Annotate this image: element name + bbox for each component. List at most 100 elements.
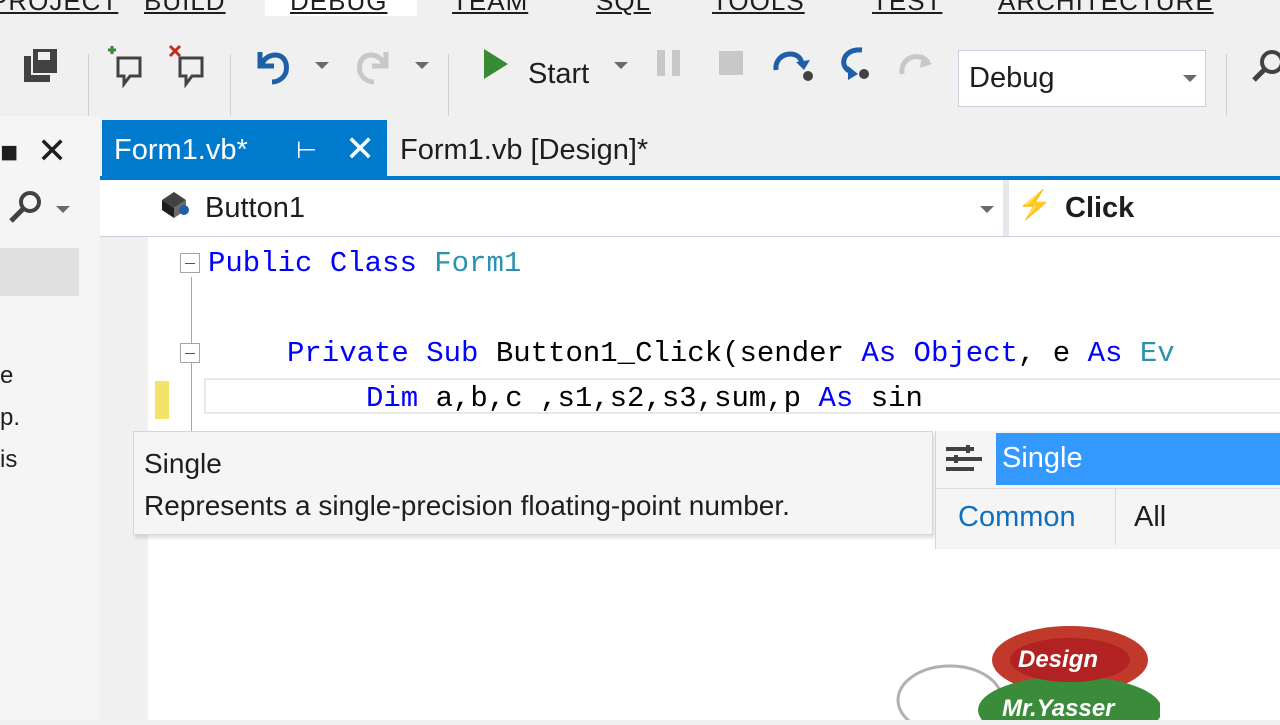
pin-tab-icon[interactable]: ⊢ <box>296 136 317 165</box>
menu-project[interactable]: PROJECT <box>0 0 118 16</box>
step-out-button[interactable] <box>894 44 936 84</box>
divider <box>1115 489 1116 545</box>
toolbar: Start Debug <box>0 16 1280 116</box>
quick-info-tooltip: Single Represents a single-precision flo… <box>133 431 933 535</box>
find-button[interactable] <box>1250 46 1280 86</box>
structure-icon <box>946 445 982 471</box>
class-icon <box>162 192 189 218</box>
keyword: As <box>818 382 854 415</box>
menu-test[interactable]: TEST <box>872 0 942 16</box>
collapse-icon[interactable] <box>180 343 200 363</box>
tab-form1-vb[interactable]: Form1.vb* ⊢ ✕ <box>102 120 387 176</box>
type-name: Object <box>913 337 1018 370</box>
panel-text-line: is <box>0 446 18 473</box>
pin-icon[interactable]: ■ <box>0 136 18 170</box>
play-icon <box>484 49 508 79</box>
panel-text-line: e <box>0 362 14 389</box>
menu-sql[interactable]: SQL <box>596 0 651 16</box>
keyword: Dim <box>366 382 419 415</box>
step-into-icon <box>841 47 869 80</box>
save-all-button[interactable] <box>20 44 64 88</box>
class-dropdown[interactable]: Button1 <box>205 192 305 225</box>
completion-item-label: Single <box>1002 442 1083 474</box>
start-label[interactable]: Start <box>528 58 589 91</box>
panel-close-button[interactable]: ✕ <box>37 130 67 172</box>
chevron-down-icon[interactable] <box>980 206 994 213</box>
undo-dropdown-arrow[interactable] <box>315 62 329 69</box>
keyword: Class <box>329 247 417 280</box>
completion-item-single[interactable]: Single <box>996 433 1280 485</box>
tooltip-description: Represents a single-precision floating-p… <box>144 490 790 521</box>
chevron-down-icon <box>1183 75 1197 82</box>
keyword: As <box>861 337 897 370</box>
member-dropdown[interactable]: Click <box>1065 192 1134 225</box>
pause-button[interactable] <box>652 46 686 80</box>
add-item-icon <box>108 46 142 88</box>
keyword: As <box>1087 337 1123 370</box>
menu-tools[interactable]: TOOLS <box>712 0 805 16</box>
add-item-button[interactable] <box>104 44 150 88</box>
type-name: Ev <box>1139 337 1175 370</box>
close-tab-icon[interactable]: ✕ <box>345 128 375 170</box>
logo-text: Mr.Yasser <box>1002 695 1115 722</box>
panel-text-line: p. <box>0 404 21 431</box>
typed-text: sin <box>870 382 923 415</box>
stop-button[interactable] <box>714 46 748 80</box>
menu-build[interactable]: BUILD <box>144 0 226 16</box>
toolbar-separator <box>230 54 231 116</box>
search-dropdown-arrow[interactable] <box>56 206 70 213</box>
save-all-icon <box>24 47 59 82</box>
undo-button[interactable] <box>250 42 296 88</box>
undo-icon <box>257 52 289 85</box>
step-into-button[interactable] <box>834 42 876 86</box>
find-icon <box>1252 50 1280 82</box>
search-icon[interactable] <box>6 188 46 228</box>
step-out-icon <box>899 54 932 75</box>
keyword: Private <box>287 337 409 370</box>
menu-team[interactable]: TEAM <box>452 0 528 16</box>
intellisense-list: Single Common All <box>935 431 1280 549</box>
configuration-value: Debug <box>969 62 1055 94</box>
watermark-logo: Design Mr.Yasser <box>890 620 1162 725</box>
nav-divider <box>1003 180 1009 236</box>
redo-dropdown-arrow[interactable] <box>415 62 429 69</box>
panel-selected-item[interactable] <box>0 248 79 296</box>
method-signature: Button1_Click(sender <box>495 337 844 370</box>
pause-icon <box>657 50 680 76</box>
menu-debug[interactable]: DEBUG <box>290 0 387 16</box>
code-line-1: Public Class Form1 <box>208 247 521 280</box>
tab-form1-design[interactable]: Form1.vb [Design]* <box>400 134 648 167</box>
start-dropdown-arrow[interactable] <box>614 62 628 69</box>
variable-list: a,b,c ,s1,s2,s3,sum,p <box>435 382 802 415</box>
lightning-icon: ⚡ <box>1017 189 1052 220</box>
code-text: , e <box>1017 337 1071 370</box>
document-tab-strip: Form1.vb* ⊢ ✕ Form1.vb [Design]* <box>100 116 1280 176</box>
toolbar-separator <box>448 54 449 116</box>
step-over-button[interactable] <box>770 44 816 84</box>
keyword: Sub <box>426 337 479 370</box>
class-name: Form1 <box>434 247 522 280</box>
divider <box>936 488 1280 489</box>
logo-text: Design <box>1018 646 1099 673</box>
remove-item-icon <box>168 44 204 88</box>
tab-label: Form1.vb* <box>114 134 248 166</box>
menu-bar: PROJECT BUILD DEBUG TEAM SQL TOOLS TEST … <box>0 0 1280 16</box>
tab-all[interactable]: All <box>1134 501 1166 534</box>
collapse-icon[interactable] <box>180 253 200 273</box>
tooltip-title: Single <box>144 448 222 479</box>
step-over-icon <box>773 51 813 81</box>
redo-button[interactable] <box>350 42 396 88</box>
stop-icon <box>719 51 743 75</box>
code-line-3: Private Sub Button1_Click(sender As Obje… <box>287 337 1175 370</box>
solution-configuration-select[interactable]: Debug <box>958 50 1206 107</box>
redo-icon <box>357 52 389 85</box>
menu-architecture[interactable]: ARCHITECTURE <box>998 0 1214 16</box>
remove-item-button[interactable] <box>166 44 212 88</box>
code-line-4: Dim a,b,c ,s1,s2,s3,sum,p As sin <box>366 382 923 415</box>
unsaved-change-marker <box>155 381 169 419</box>
tab-common[interactable]: Common <box>958 501 1076 534</box>
start-button[interactable] <box>478 46 514 82</box>
toolbar-separator <box>1226 54 1227 116</box>
keyword: Public <box>208 247 313 280</box>
solution-explorer-panel: ■ ✕ e p. is <box>0 116 100 720</box>
